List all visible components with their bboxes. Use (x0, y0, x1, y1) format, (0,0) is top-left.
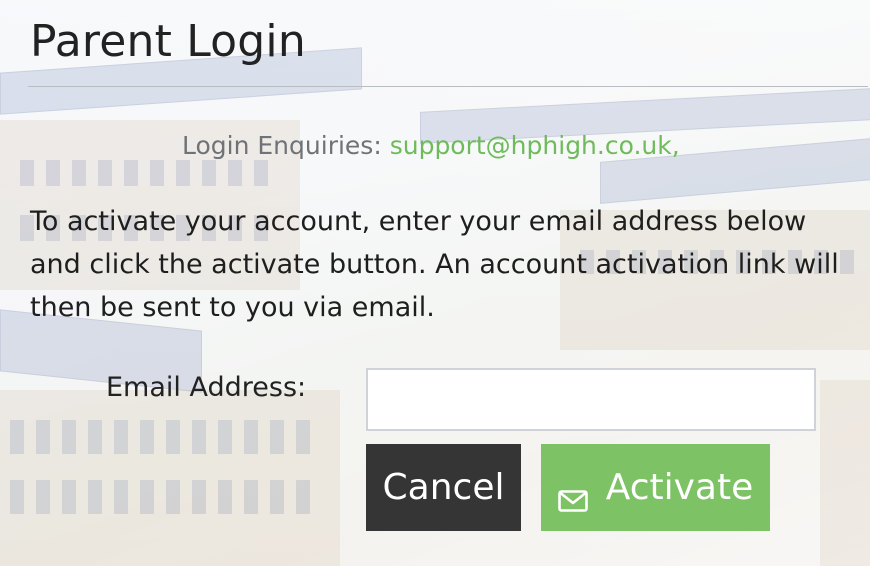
email-label: Email Address: (106, 372, 307, 403)
title-divider (28, 86, 868, 87)
login-panel: Parent Login Login Enquiries: support@hp… (0, 0, 870, 566)
support-email-link[interactable]: support@hphigh.co.uk, (390, 131, 680, 160)
activation-instructions: To activate your account, enter your ema… (30, 206, 839, 323)
activate-button-label: Activate (605, 467, 754, 508)
envelope-icon (557, 480, 588, 512)
cancel-button[interactable]: Cancel (366, 444, 521, 531)
enquiries-label: Login Enquiries: (182, 131, 382, 160)
cancel-button-label: Cancel (382, 467, 505, 508)
login-enquiries: Login Enquiries: support@hphigh.co.uk, (182, 131, 680, 160)
activate-button[interactable]: Activate (541, 444, 770, 531)
email-field[interactable] (366, 368, 816, 431)
page-title: Parent Login (30, 16, 306, 67)
